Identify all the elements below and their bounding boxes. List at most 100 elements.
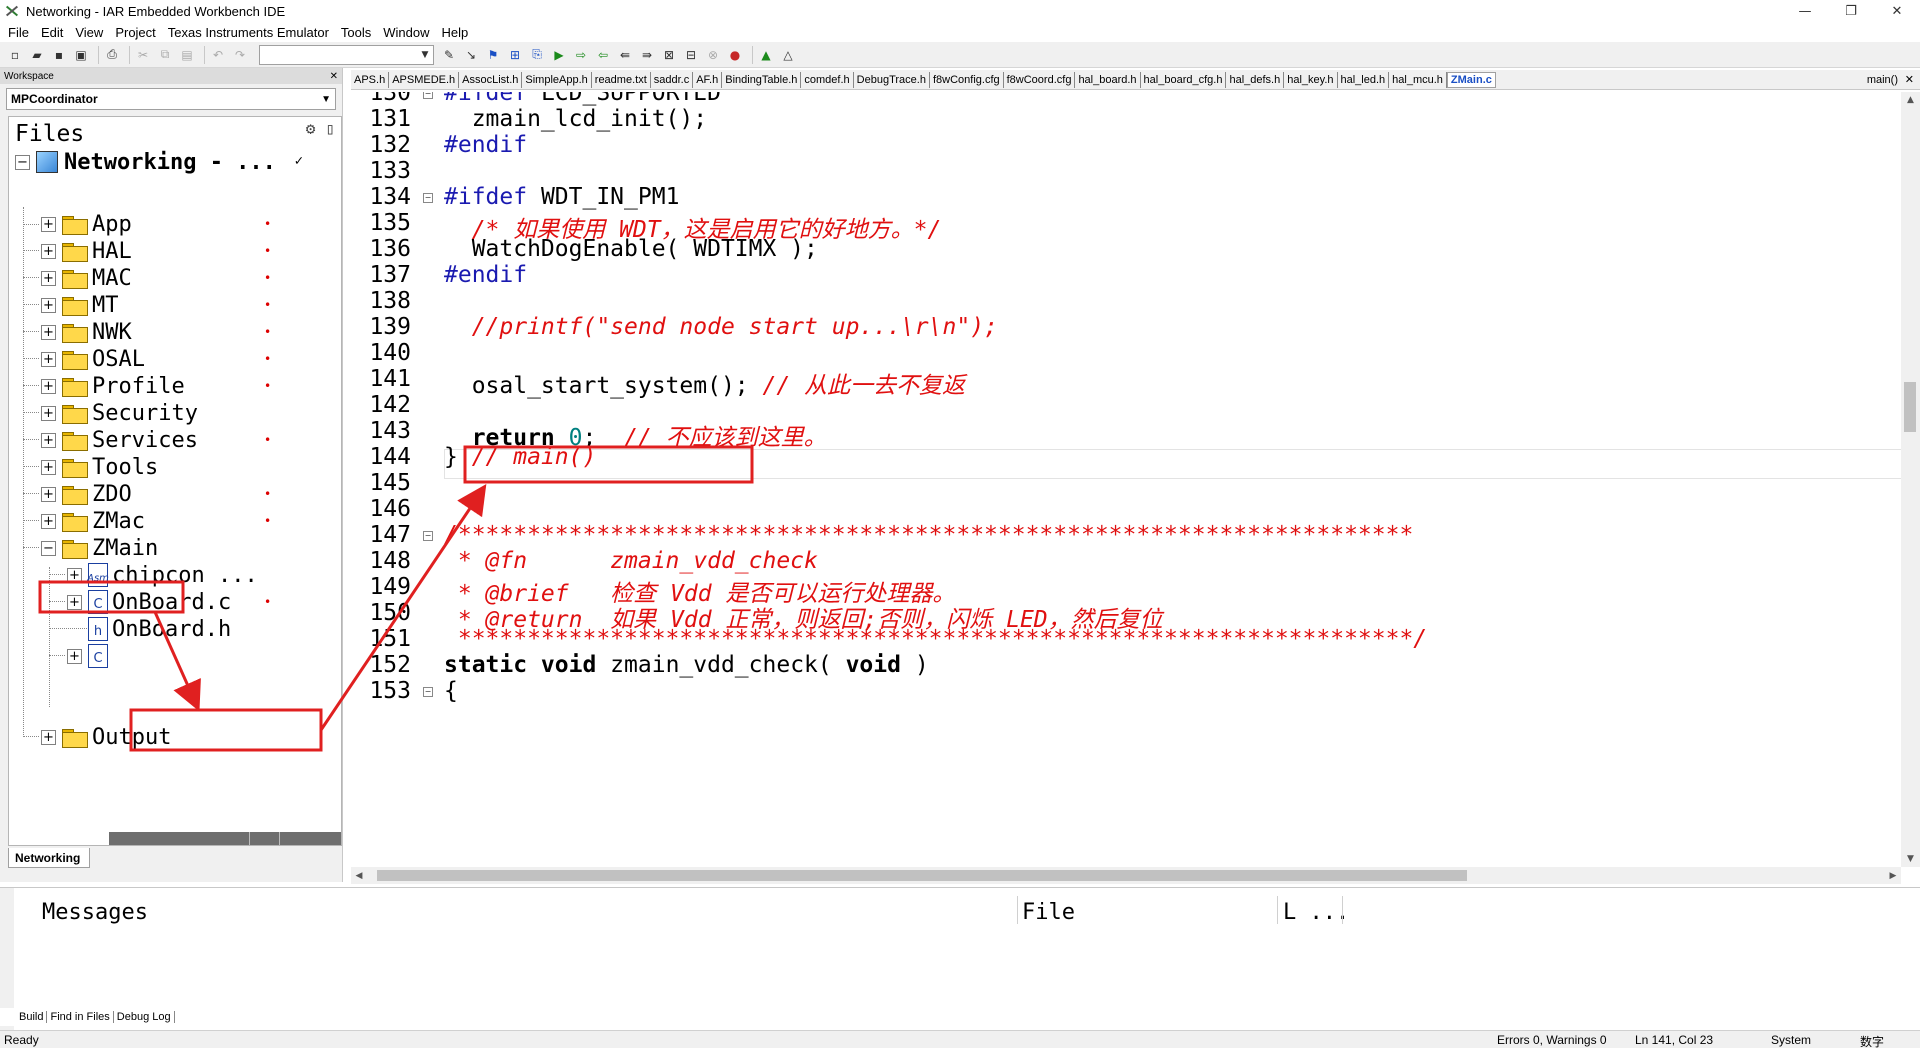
tab-build[interactable]: Build — [16, 1011, 48, 1023]
menu-window[interactable]: Window — [379, 25, 437, 40]
expand-icon[interactable]: + — [67, 648, 82, 664]
tree-group-zmain[interactable]: − ZMain — [41, 535, 158, 561]
menu-file[interactable]: File — [4, 25, 37, 40]
stop-build-icon[interactable]: ⊠ — [660, 46, 678, 64]
cut-icon[interactable]: ✂ — [134, 46, 152, 64]
menu-help[interactable]: Help — [438, 25, 477, 40]
line-column-header[interactable]: L ... — [1283, 900, 1349, 925]
expand-icon[interactable]: + — [41, 270, 56, 286]
file-column-header[interactable]: File — [1022, 900, 1075, 925]
fold-marker-icon[interactable]: − — [423, 531, 433, 541]
expand-icon[interactable]: + — [41, 324, 56, 340]
tab-aps-h[interactable]: APS.h — [351, 71, 390, 88]
expand-icon[interactable]: + — [41, 243, 56, 259]
tab-bindingtable-h[interactable]: BindingTable.h — [722, 71, 802, 88]
expand-icon[interactable]: + — [41, 297, 56, 313]
tree-group-profile[interactable]: + Profile — [41, 373, 185, 399]
menu-tools[interactable]: Tools — [337, 25, 379, 40]
collapse-icon[interactable]: − — [41, 540, 56, 556]
tree-group-tools[interactable]: + Tools — [41, 454, 158, 480]
tab-zmain-c[interactable]: ZMain.c — [1446, 71, 1496, 88]
redo-icon[interactable]: ↷ — [231, 46, 249, 64]
tree-group-nwk[interactable]: + NWK — [41, 319, 132, 345]
tree-group-output[interactable]: + Output — [41, 724, 171, 750]
fold-marker-icon[interactable]: − — [423, 193, 433, 203]
tab-f8wcoord-cfg[interactable]: f8wCoord.cfg — [1004, 71, 1076, 88]
breakpoint-icon[interactable]: ● — [726, 46, 744, 64]
tab-hal-board-h[interactable]: hal_board.h — [1075, 71, 1141, 88]
paste-icon[interactable]: ▤ — [178, 46, 196, 64]
configuration-select[interactable]: MPCoordinator ▼ — [6, 88, 336, 110]
toggle-breakpoint-icon[interactable]: ⊟ — [682, 46, 700, 64]
undo-icon[interactable]: ↶ — [209, 46, 227, 64]
scroll-thumb[interactable] — [1904, 382, 1916, 432]
scroll-left-icon[interactable]: ◀ — [351, 867, 367, 884]
debug-without-download-icon[interactable]: △ — [779, 46, 797, 64]
tree-group-zmac[interactable]: + ZMac — [41, 508, 145, 534]
compile-icon[interactable]: ⇚ — [616, 46, 634, 64]
tree-file-onboard-c[interactable]: + C OnBoard.c — [67, 589, 231, 615]
code-editor[interactable]: 130 131 132 133 134 135 136 137 138 139 … — [351, 92, 1901, 862]
expand-icon[interactable]: + — [41, 216, 56, 232]
expand-icon[interactable]: + — [41, 432, 56, 448]
scroll-thumb[interactable] — [377, 870, 1467, 881]
tab-af-h[interactable]: AF.h — [693, 71, 723, 88]
expand-icon[interactable]: + — [41, 459, 56, 475]
make-icon[interactable]: ⇛ — [638, 46, 656, 64]
scroll-down-icon[interactable]: ▼ — [1901, 851, 1920, 867]
fold-marker-icon[interactable]: − — [423, 92, 433, 99]
expand-icon[interactable]: + — [41, 486, 56, 502]
restore-button[interactable]: ❐ — [1828, 0, 1874, 22]
save-all-icon[interactable]: ▣ — [72, 46, 90, 64]
save-icon[interactable]: ▪ — [50, 46, 68, 64]
workspace-tab-networking[interactable]: Networking — [8, 848, 90, 868]
tab-f8wconfig-cfg[interactable]: f8wConfig.cfg — [930, 71, 1004, 88]
fold-marker-icon[interactable]: − — [423, 687, 433, 697]
menu-ti-emulator[interactable]: Texas Instruments Emulator — [164, 25, 337, 40]
tree-group-app[interactable]: + App — [41, 211, 132, 237]
next-bookmark-icon[interactable]: ▶ — [550, 46, 568, 64]
tree-file-zmain-c[interactable]: + C ZMain.c — [67, 643, 205, 669]
minimize-button[interactable]: — — [1782, 0, 1828, 22]
new-file-icon[interactable]: ▫ — [6, 46, 24, 64]
expand-icon[interactable]: + — [41, 351, 56, 367]
tab-debug-log[interactable]: Debug Log — [114, 1011, 175, 1023]
tab-simpleapp-h[interactable]: SimpleApp.h — [522, 71, 592, 88]
tree-group-zdo[interactable]: + ZDO — [41, 481, 132, 507]
expand-icon[interactable]: + — [41, 405, 56, 421]
tab-assoclist-h[interactable]: AssocList.h — [459, 71, 523, 88]
function-navigator[interactable]: main() — [1867, 74, 1898, 86]
tab-comdef-h[interactable]: comdef.h — [801, 71, 854, 88]
expand-icon[interactable]: + — [41, 378, 56, 394]
find-icon[interactable]: ✎ — [440, 46, 458, 64]
document-icon[interactable]: ▯ — [325, 119, 335, 138]
navigate-back-icon[interactable]: ⇦ — [594, 46, 612, 64]
expand-icon[interactable]: + — [67, 567, 82, 583]
tab-hal-board-cfg-h[interactable]: hal_board_cfg.h — [1141, 71, 1227, 88]
tab-find-in-files[interactable]: Find in Files — [47, 1011, 114, 1023]
messages-column-header[interactable]: Messages — [42, 900, 148, 925]
editor-horizontal-scrollbar[interactable]: ◀ ▶ — [351, 867, 1901, 884]
tree-project-root[interactable]: − Networking - ... — [15, 149, 276, 175]
find-combo[interactable]: ▼ — [259, 44, 434, 65]
open-file-icon[interactable]: ▰ — [28, 46, 46, 64]
close-icon[interactable]: ✕ — [330, 71, 338, 82]
scroll-up-icon[interactable]: ▲ — [1901, 92, 1920, 108]
tree-group-security[interactable]: + Security — [41, 400, 198, 426]
find-next-icon[interactable]: ↘ — [462, 46, 480, 64]
close-button[interactable]: ✕ — [1874, 0, 1920, 22]
tab-apsmede-h[interactable]: APSMEDE.h — [389, 71, 460, 88]
menu-project[interactable]: Project — [111, 25, 163, 40]
download-debug-icon[interactable]: ▲ — [757, 46, 775, 64]
tree-group-osal[interactable]: + OSAL — [41, 346, 145, 372]
copy-icon[interactable]: ⧉ — [156, 46, 174, 64]
collapse-icon[interactable]: − — [15, 154, 30, 170]
tab-debugtrace-h[interactable]: DebugTrace.h — [854, 71, 930, 88]
goto-icon[interactable]: ⊞ — [506, 46, 524, 64]
bookmark-icon[interactable]: ⎘ — [528, 46, 546, 64]
menu-view[interactable]: View — [71, 25, 111, 40]
editor-vertical-scrollbar[interactable]: ▲ ▼ — [1901, 92, 1920, 867]
chevron-down-icon[interactable]: ▼ — [321, 94, 331, 105]
expand-icon[interactable]: + — [67, 594, 82, 610]
tree-group-services[interactable]: + Services — [41, 427, 198, 453]
